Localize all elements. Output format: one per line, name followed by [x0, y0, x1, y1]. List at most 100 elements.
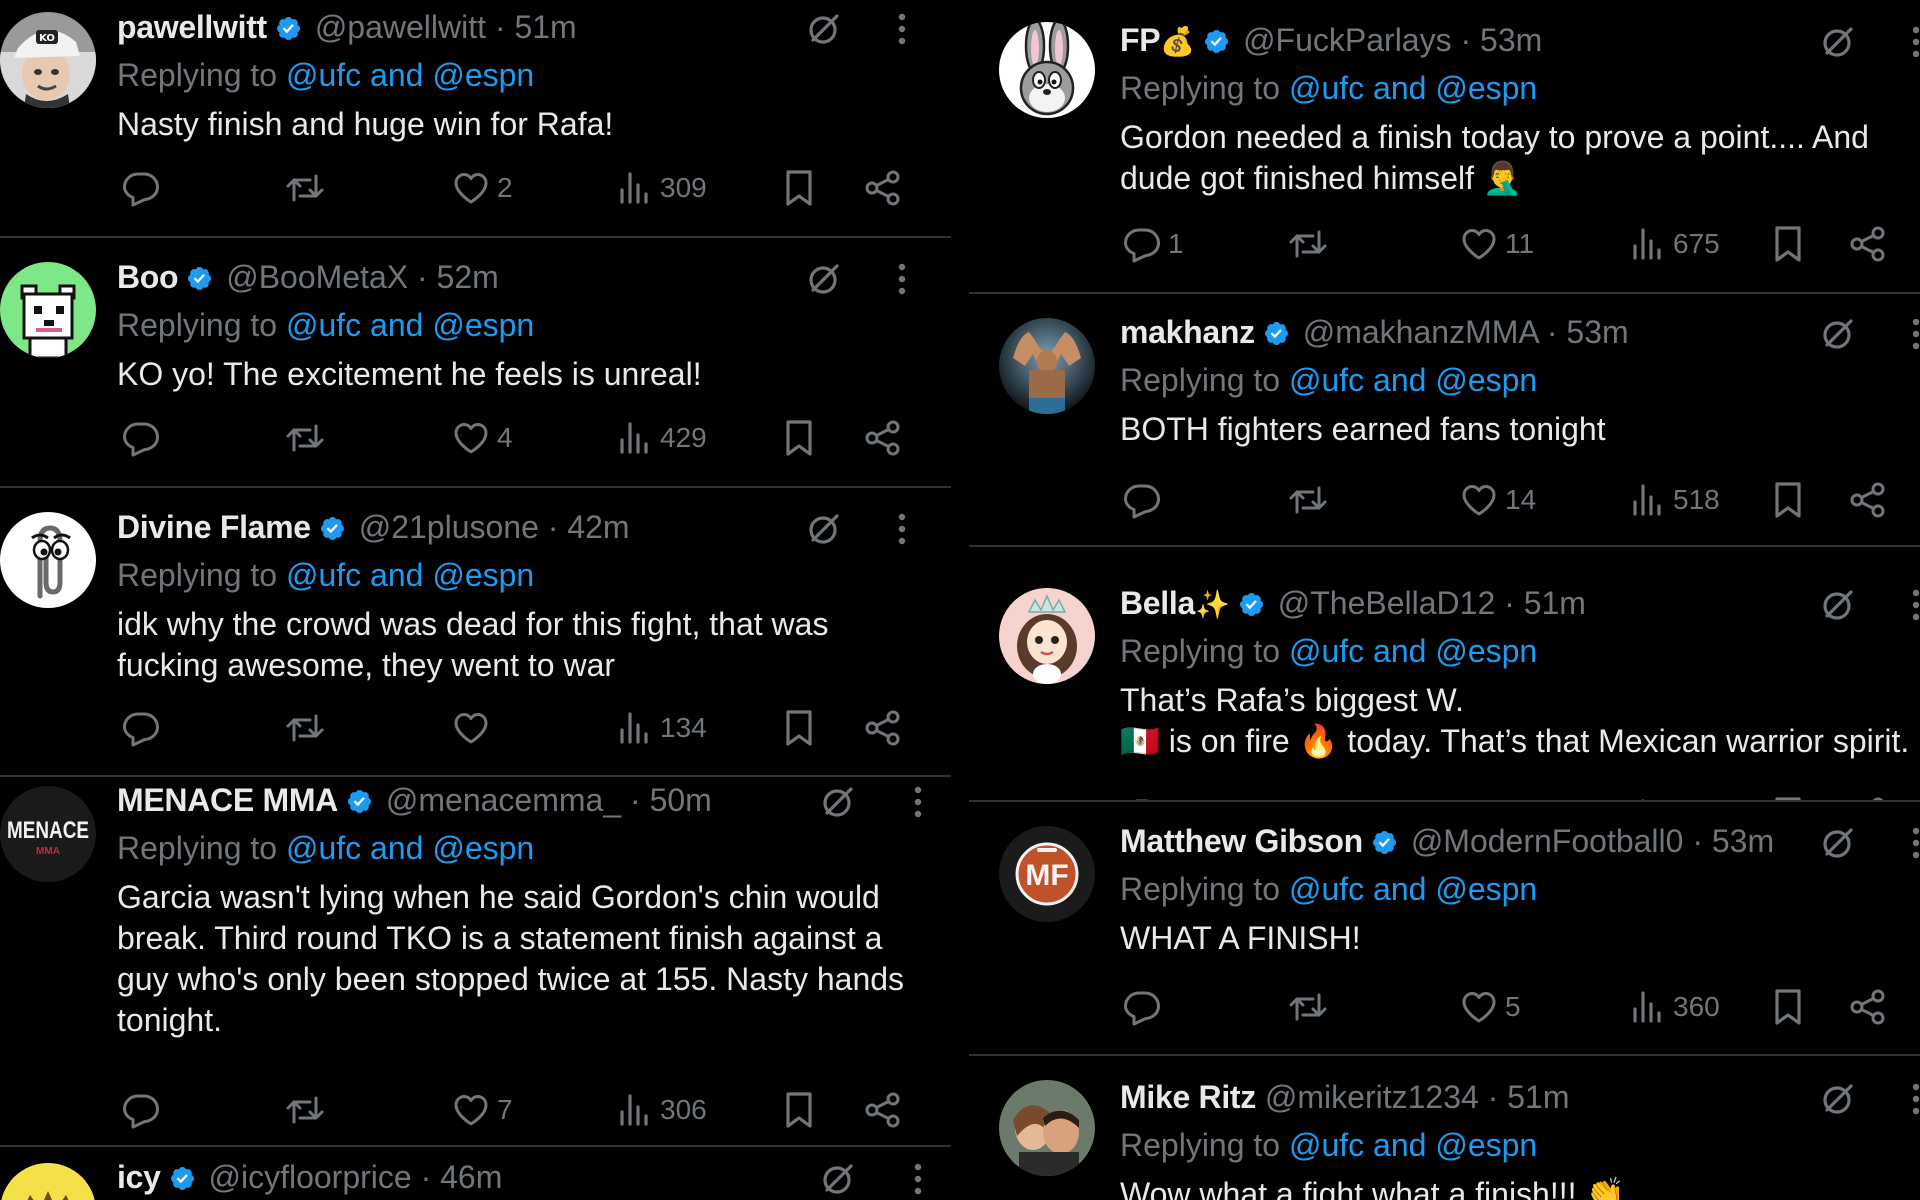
grok-icon[interactable] — [804, 9, 844, 49]
display-name[interactable]: FP — [1120, 22, 1161, 58]
bookmark-button[interactable] — [1768, 222, 1808, 266]
grok-icon[interactable] — [1818, 823, 1858, 863]
more-options-icon[interactable] — [1908, 585, 1920, 625]
more-options-icon[interactable] — [894, 509, 910, 549]
replying-to-accounts-link[interactable]: @ufc and @espn — [286, 557, 534, 593]
bookmark-button[interactable] — [779, 416, 819, 460]
views-button[interactable]: 429 — [614, 416, 707, 460]
timestamp[interactable]: 46m — [440, 1159, 502, 1195]
avatar-menace-logo[interactable]: MENACE MMA — [0, 786, 96, 882]
grok-icon[interactable] — [1818, 314, 1858, 354]
grok-icon[interactable] — [804, 259, 844, 299]
replying-to-accounts-link[interactable]: @ufc and @espn — [286, 830, 534, 866]
display-name[interactable]: Bella — [1120, 585, 1195, 621]
like-button[interactable]: 7 — [451, 1088, 513, 1132]
reply-tweet[interactable]: Boo @BooMetaX · 52m Replying to @ufc and … — [0, 238, 951, 488]
reply-button[interactable] — [121, 416, 167, 460]
timestamp[interactable]: 42m — [567, 509, 629, 545]
bookmark-button[interactable] — [1768, 478, 1808, 522]
reply-tweet[interactable]: KO pawellwitt @pawellwitt · 51m Replying t… — [0, 0, 951, 238]
avatar-pixel-dog[interactable] — [0, 262, 96, 358]
bookmark-button[interactable] — [779, 706, 819, 750]
views-button[interactable]: 306 — [614, 1088, 707, 1132]
timestamp[interactable]: 51m — [514, 9, 576, 45]
avatar-ko-cap-man[interactable]: KO — [0, 12, 96, 108]
views-button[interactable]: 675 — [1627, 222, 1720, 266]
like-button[interactable]: 14 — [1459, 478, 1536, 522]
grok-icon[interactable] — [818, 1159, 858, 1199]
timestamp[interactable]: 51m — [1524, 585, 1586, 621]
display-name[interactable]: pawellwitt — [117, 9, 267, 45]
username-handle[interactable]: @pawellwitt — [306, 9, 486, 45]
repost-button[interactable] — [285, 166, 331, 210]
repost-button[interactable] — [1288, 222, 1334, 266]
avatar-paperclip[interactable] — [0, 512, 96, 608]
avatar-bugs-bunny[interactable] — [999, 22, 1095, 118]
grok-icon[interactable] — [1818, 585, 1858, 625]
username-handle[interactable]: @TheBellaD12 — [1269, 585, 1495, 621]
more-options-icon[interactable] — [1908, 823, 1920, 863]
reply-button[interactable] — [121, 1088, 167, 1132]
share-button[interactable] — [863, 166, 903, 210]
views-button[interactable]: 134 — [614, 706, 707, 750]
views-button[interactable]: 518 — [1627, 478, 1720, 522]
reply-button[interactable] — [121, 166, 167, 210]
avatar-princess-cartoon[interactable] — [999, 588, 1095, 684]
share-button[interactable] — [1848, 478, 1888, 522]
timestamp[interactable]: 53m — [1712, 823, 1774, 859]
username-handle[interactable]: @icyfloorprice — [200, 1159, 411, 1195]
reply-button[interactable] — [1122, 985, 1168, 1029]
repost-button[interactable] — [285, 1088, 331, 1132]
username-handle[interactable]: @makhanzMMA — [1294, 314, 1538, 350]
bookmark-button[interactable] — [779, 166, 819, 210]
reply-tweet[interactable]: Divine Flame @21plusone · 42m Replying to… — [0, 488, 951, 777]
reply-tweet[interactable]: MENACE MMA MENACE MMA @menacemma_ · 50m Rep… — [0, 777, 951, 1147]
reply-tweet[interactable]: MF Matthew Gibson @ModernFootball0 · 53m R… — [969, 802, 1920, 1056]
repost-button[interactable] — [285, 706, 331, 750]
grok-icon[interactable] — [804, 509, 844, 549]
timestamp[interactable]: 51m — [1507, 1079, 1569, 1115]
replying-to-accounts-link[interactable]: @ufc and @espn — [1289, 1127, 1537, 1163]
views-button[interactable]: 309 — [614, 166, 707, 210]
username-handle[interactable]: @menacemma_ — [377, 782, 621, 818]
grok-icon[interactable] — [1818, 22, 1858, 62]
timestamp[interactable]: 52m — [437, 259, 499, 295]
replying-to-accounts-link[interactable]: @ufc and @espn — [1289, 70, 1537, 106]
display-name[interactable]: Boo — [117, 259, 179, 295]
timestamp[interactable]: 53m — [1566, 314, 1628, 350]
reply-tweet[interactable]: makhanz @makhanzMMA · 53m Replying to @uf… — [969, 294, 1920, 547]
views-button[interactable]: 360 — [1627, 985, 1720, 1029]
more-options-icon[interactable] — [910, 782, 926, 822]
reply-button[interactable] — [1122, 478, 1168, 522]
display-name[interactable]: MENACE MMA — [117, 782, 338, 818]
replying-to-accounts-link[interactable]: @ufc and @espn — [1289, 633, 1537, 669]
reply-button[interactable] — [121, 706, 167, 750]
reply-button[interactable]: 1 — [1122, 222, 1184, 266]
bookmark-button[interactable] — [779, 1088, 819, 1132]
avatar-mf-logo[interactable]: MF — [999, 826, 1095, 922]
repost-button[interactable] — [1288, 985, 1334, 1029]
repost-button[interactable] — [285, 416, 331, 460]
avatar-fighter-photo[interactable] — [999, 318, 1095, 414]
grok-icon[interactable] — [1818, 1079, 1858, 1119]
bookmark-button[interactable] — [1768, 985, 1808, 1029]
grok-icon[interactable] — [818, 782, 858, 822]
timestamp[interactable]: 53m — [1480, 22, 1542, 58]
display-name[interactable]: Divine Flame — [117, 509, 311, 545]
more-options-icon[interactable] — [1908, 22, 1920, 62]
avatar-yellow-crown[interactable] — [0, 1163, 96, 1200]
like-button[interactable]: 11 — [1459, 222, 1534, 266]
username-handle[interactable]: @21plusone — [350, 509, 539, 545]
like-button[interactable]: 4 — [451, 416, 513, 460]
username-handle[interactable]: @FuckParlays — [1234, 22, 1452, 58]
reply-tweet[interactable]: FP💰 @FuckParlays · 53m Replying to @ufc a… — [969, 0, 1920, 294]
reply-tweet[interactable]: Bella✨ @TheBellaD12 · 51m Replying to @uf… — [969, 547, 1920, 802]
like-button[interactable]: 2 — [451, 166, 513, 210]
username-handle[interactable]: @ModernFootball0 — [1402, 823, 1684, 859]
avatar-couple-photo[interactable] — [999, 1080, 1095, 1176]
like-button[interactable] — [451, 706, 497, 750]
reply-tweet[interactable]: Mike Ritz @mikeritz1234 · 51m Replying to… — [969, 1056, 1920, 1200]
share-button[interactable] — [863, 706, 903, 750]
more-options-icon[interactable] — [910, 1159, 926, 1199]
repost-button[interactable] — [1288, 478, 1334, 522]
